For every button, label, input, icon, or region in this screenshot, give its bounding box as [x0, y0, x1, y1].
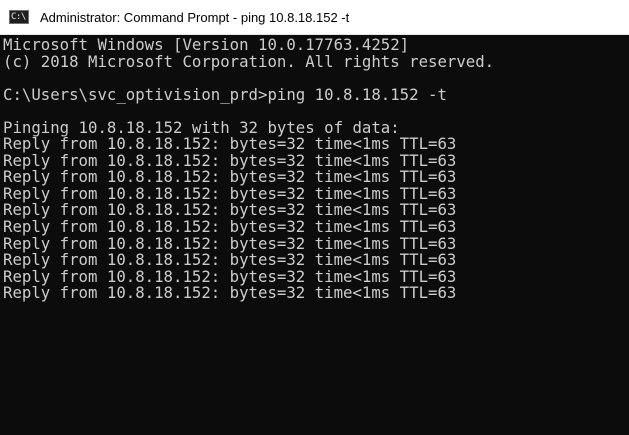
title-bar[interactable]: C:\ Administrator: Command Prompt - ping…	[0, 0, 629, 35]
console-line-command[interactable]: C:\Users\svc_optivision_prd>ping 10.8.18…	[3, 86, 629, 104]
command-prompt-icon-glyph: C:\	[11, 12, 26, 22]
window-title: Administrator: Command Prompt - ping 10.…	[40, 9, 350, 25]
command-prompt-icon: C:\	[9, 10, 29, 24]
command-prompt-window: C:\ Administrator: Command Prompt - ping…	[0, 0, 629, 435]
console-output[interactable]: Microsoft Windows [Version 10.0.17763.42…	[0, 36, 629, 435]
console-line-copyright: (c) 2018 Microsoft Corporation. All righ…	[3, 51, 495, 71]
console-lines: Microsoft Windows [Version 10.0.17763.42…	[0, 36, 629, 302]
console-line-reply: Reply from 10.8.18.152: bytes=32 time<1m…	[3, 283, 457, 303]
